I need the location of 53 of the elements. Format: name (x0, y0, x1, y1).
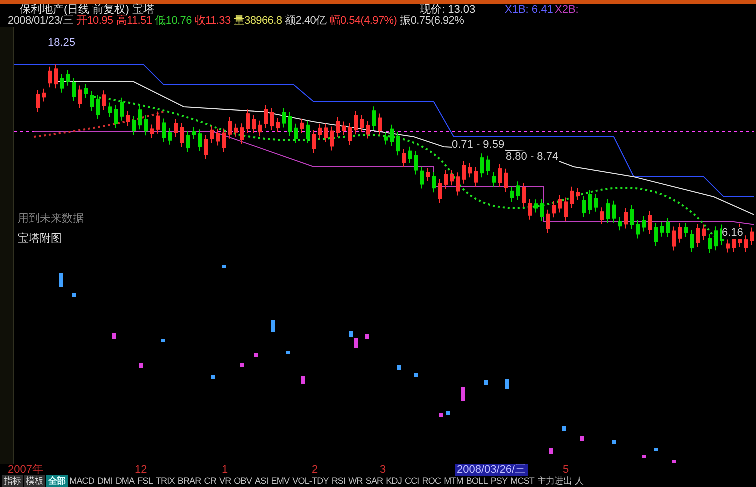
quote-field: 高11.51 (116, 15, 152, 27)
indicator-tab[interactable]: ROC (421, 475, 442, 487)
indicator-tab[interactable]: OBV (233, 475, 253, 487)
date-axis-label: 1 (222, 464, 228, 476)
quote-field: 低10.76 (155, 15, 192, 27)
date-axis-label: 2 (312, 464, 318, 476)
subchart-title: 宝塔附图 (18, 233, 62, 245)
indicator-tab[interactable]: DMI (96, 475, 114, 487)
stock-title: 保利地产(日线 前复权) 宝塔 (20, 4, 156, 16)
indicator-tab[interactable]: ASI (254, 475, 270, 487)
date-axis-label: 12 (135, 464, 148, 476)
date-axis-label: 3 (380, 464, 386, 476)
indicator-tab[interactable]: KDJ (385, 475, 403, 487)
indicator-tab[interactable]: MACD (68, 475, 96, 487)
quote-field: 开10.95 (76, 15, 114, 27)
indicator-tab[interactable]: VR (218, 475, 232, 487)
quote-field: 幅0.54(4.97%) (330, 15, 398, 27)
indicator-tab[interactable]: CR (203, 475, 218, 487)
indicator-tab[interactable]: SAR (364, 475, 384, 487)
quote-field: 振0.75(6.92% (400, 15, 464, 27)
indicator-tab[interactable]: EMV (270, 475, 291, 487)
indicator-tab[interactable]: 指标 (2, 475, 24, 487)
indicator-tab[interactable]: PSY (490, 475, 509, 487)
current-price: 现价: 13.03 (420, 4, 477, 16)
indicator-tab[interactable]: 模板 (24, 475, 46, 487)
indicator-tab[interactable]: WR (348, 475, 364, 487)
date-axis-label: 2008/03/26/三 (455, 464, 528, 476)
indicator-tab[interactable]: MTM (443, 475, 464, 487)
quote-field: 额2.40亿 (285, 15, 327, 27)
indicator-tab[interactable]: 主力进出 (536, 475, 573, 487)
indicator-tab[interactable]: BRAR (176, 475, 202, 487)
indicator-tab[interactable]: 全部 (46, 475, 68, 487)
price-label: 18.25 (48, 37, 76, 49)
price-label: 0.71 - 9.59 (452, 139, 505, 151)
x1b-value: X1B: 6.41 (505, 4, 554, 16)
indicator-tab[interactable]: BOLL (465, 475, 489, 487)
date-axis-label: 2007年 (8, 464, 44, 476)
quote-field: 量38966.8 (234, 15, 282, 27)
indicator-tab[interactable]: MCST (510, 475, 536, 487)
date-axis-label: 5 (563, 464, 570, 476)
x2b-value: X2B: (555, 4, 579, 16)
indicator-tab[interactable]: VOL-TDY (292, 475, 330, 487)
indicator-tab[interactable]: TRIX (154, 475, 176, 487)
price-label: 8.80 - 8.74 (506, 151, 559, 163)
price-label: 6.16 (722, 227, 744, 239)
indicator-tab[interactable]: RSI (330, 475, 347, 487)
future-data-notice: 用到未来数据 (18, 213, 84, 225)
indicator-tab[interactable]: 人 (574, 475, 585, 487)
quote-field: 收11.33 (194, 15, 231, 27)
indicator-tab[interactable]: DMA (114, 475, 136, 487)
quote-field: 2008/01/23/三 (8, 15, 74, 27)
indicator-tab[interactable]: FSL (136, 475, 154, 487)
indicator-tab[interactable]: CCI (404, 475, 420, 487)
